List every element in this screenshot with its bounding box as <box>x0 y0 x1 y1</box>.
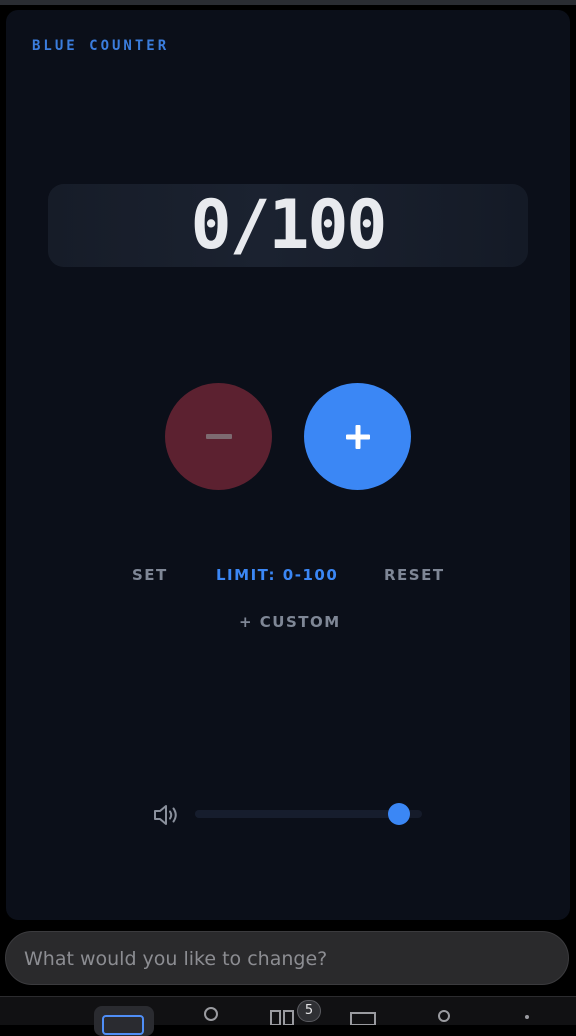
counter-app-panel: BLUE COUNTER 0/100 SET LIMIT: 0-100 RESE… <box>6 10 570 920</box>
nav-item-user-icon[interactable] <box>433 1003 455 1025</box>
set-button[interactable]: SET <box>132 566 168 584</box>
nav-badge: 5 <box>297 1000 321 1022</box>
volume-slider-thumb[interactable] <box>388 803 410 825</box>
volume-slider-fill <box>195 810 399 818</box>
app-icon <box>102 1015 144 1035</box>
volume-slider[interactable] <box>195 803 422 825</box>
prompt-bar <box>5 931 569 986</box>
reset-button[interactable]: RESET <box>384 566 445 584</box>
nav-item-grid-icon[interactable] <box>270 1003 294 1025</box>
limit-button[interactable]: LIMIT: 0-100 <box>216 566 338 584</box>
counter-value: 0/100 <box>190 186 388 265</box>
speaker-icon[interactable] <box>153 803 181 827</box>
app-title: BLUE COUNTER <box>32 38 170 54</box>
nav-item-window-icon[interactable] <box>350 1003 376 1025</box>
nav-item-more-icon[interactable] <box>518 1003 536 1025</box>
counter-display: 0/100 <box>48 184 528 267</box>
nav-item-active[interactable] <box>94 1006 154 1036</box>
plus-icon <box>345 424 370 449</box>
nav-item-profile-icon[interactable] <box>200 1003 222 1025</box>
status-strip <box>0 0 576 5</box>
custom-button[interactable]: + CUSTOM <box>239 613 341 631</box>
prompt-input[interactable] <box>22 932 546 986</box>
increment-button[interactable] <box>304 383 411 490</box>
minus-icon <box>205 433 232 439</box>
decrement-button[interactable] <box>165 383 272 490</box>
bottom-nav <box>0 996 576 1036</box>
